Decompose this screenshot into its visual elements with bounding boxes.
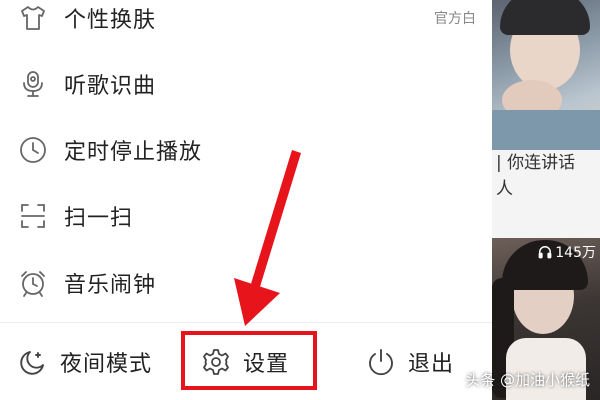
menu-item-label: 音乐闹钟: [64, 273, 157, 298]
headphones-icon: [538, 246, 552, 259]
play-count: 145万: [538, 242, 596, 262]
exit-button[interactable]: 退出: [366, 323, 454, 400]
menu-item-label: 扫一扫: [64, 206, 134, 231]
menu-item-skin[interactable]: 个性换肤 官方白: [0, 0, 492, 51]
menu-item-sleep-timer[interactable]: 定时停止播放: [0, 117, 492, 183]
menu-item-label: 定时停止播放: [64, 140, 203, 165]
night-mode-button[interactable]: 夜间模式: [18, 323, 152, 400]
menu-item-label: 个性换肤: [64, 8, 157, 33]
menu-item-music-alarm[interactable]: 音乐闹钟: [0, 250, 492, 316]
power-icon: [366, 347, 396, 377]
play-count-value: 145万: [555, 245, 596, 261]
clock-icon: [18, 135, 48, 165]
menu-item-song-recognition[interactable]: 听歌识曲: [0, 51, 492, 117]
alarm-clock-icon: [18, 268, 48, 298]
music-recognition-icon: [18, 69, 48, 99]
scan-icon: [18, 201, 48, 231]
tshirt-icon: [18, 3, 48, 33]
night-mode-label: 夜间模式: [60, 352, 153, 377]
moon-icon: [18, 347, 48, 377]
feed-title-line: 人: [496, 179, 513, 199]
watermark: 头条 @加油小猴纸: [465, 371, 590, 389]
menu-item-label: 听歌识曲: [64, 74, 157, 99]
menu-item-scan[interactable]: 扫一扫: [0, 183, 492, 249]
side-drawer: 个性换肤 官方白 听歌识曲 定时停止播放 扫一扫 音乐闹钟 夜间模式 设置 退出: [0, 0, 492, 400]
feed-cover-image-top[interactable]: [492, 0, 600, 150]
exit-label: 退出: [408, 352, 455, 377]
feed-title[interactable]: | 你连讲话 人: [496, 150, 600, 202]
current-skin-value: 官方白: [434, 11, 476, 27]
background-feed: | 你连讲话 人 145万: [492, 0, 600, 400]
feed-title-line: | 你连讲话: [496, 153, 576, 173]
settings-highlight-box: [181, 331, 317, 390]
